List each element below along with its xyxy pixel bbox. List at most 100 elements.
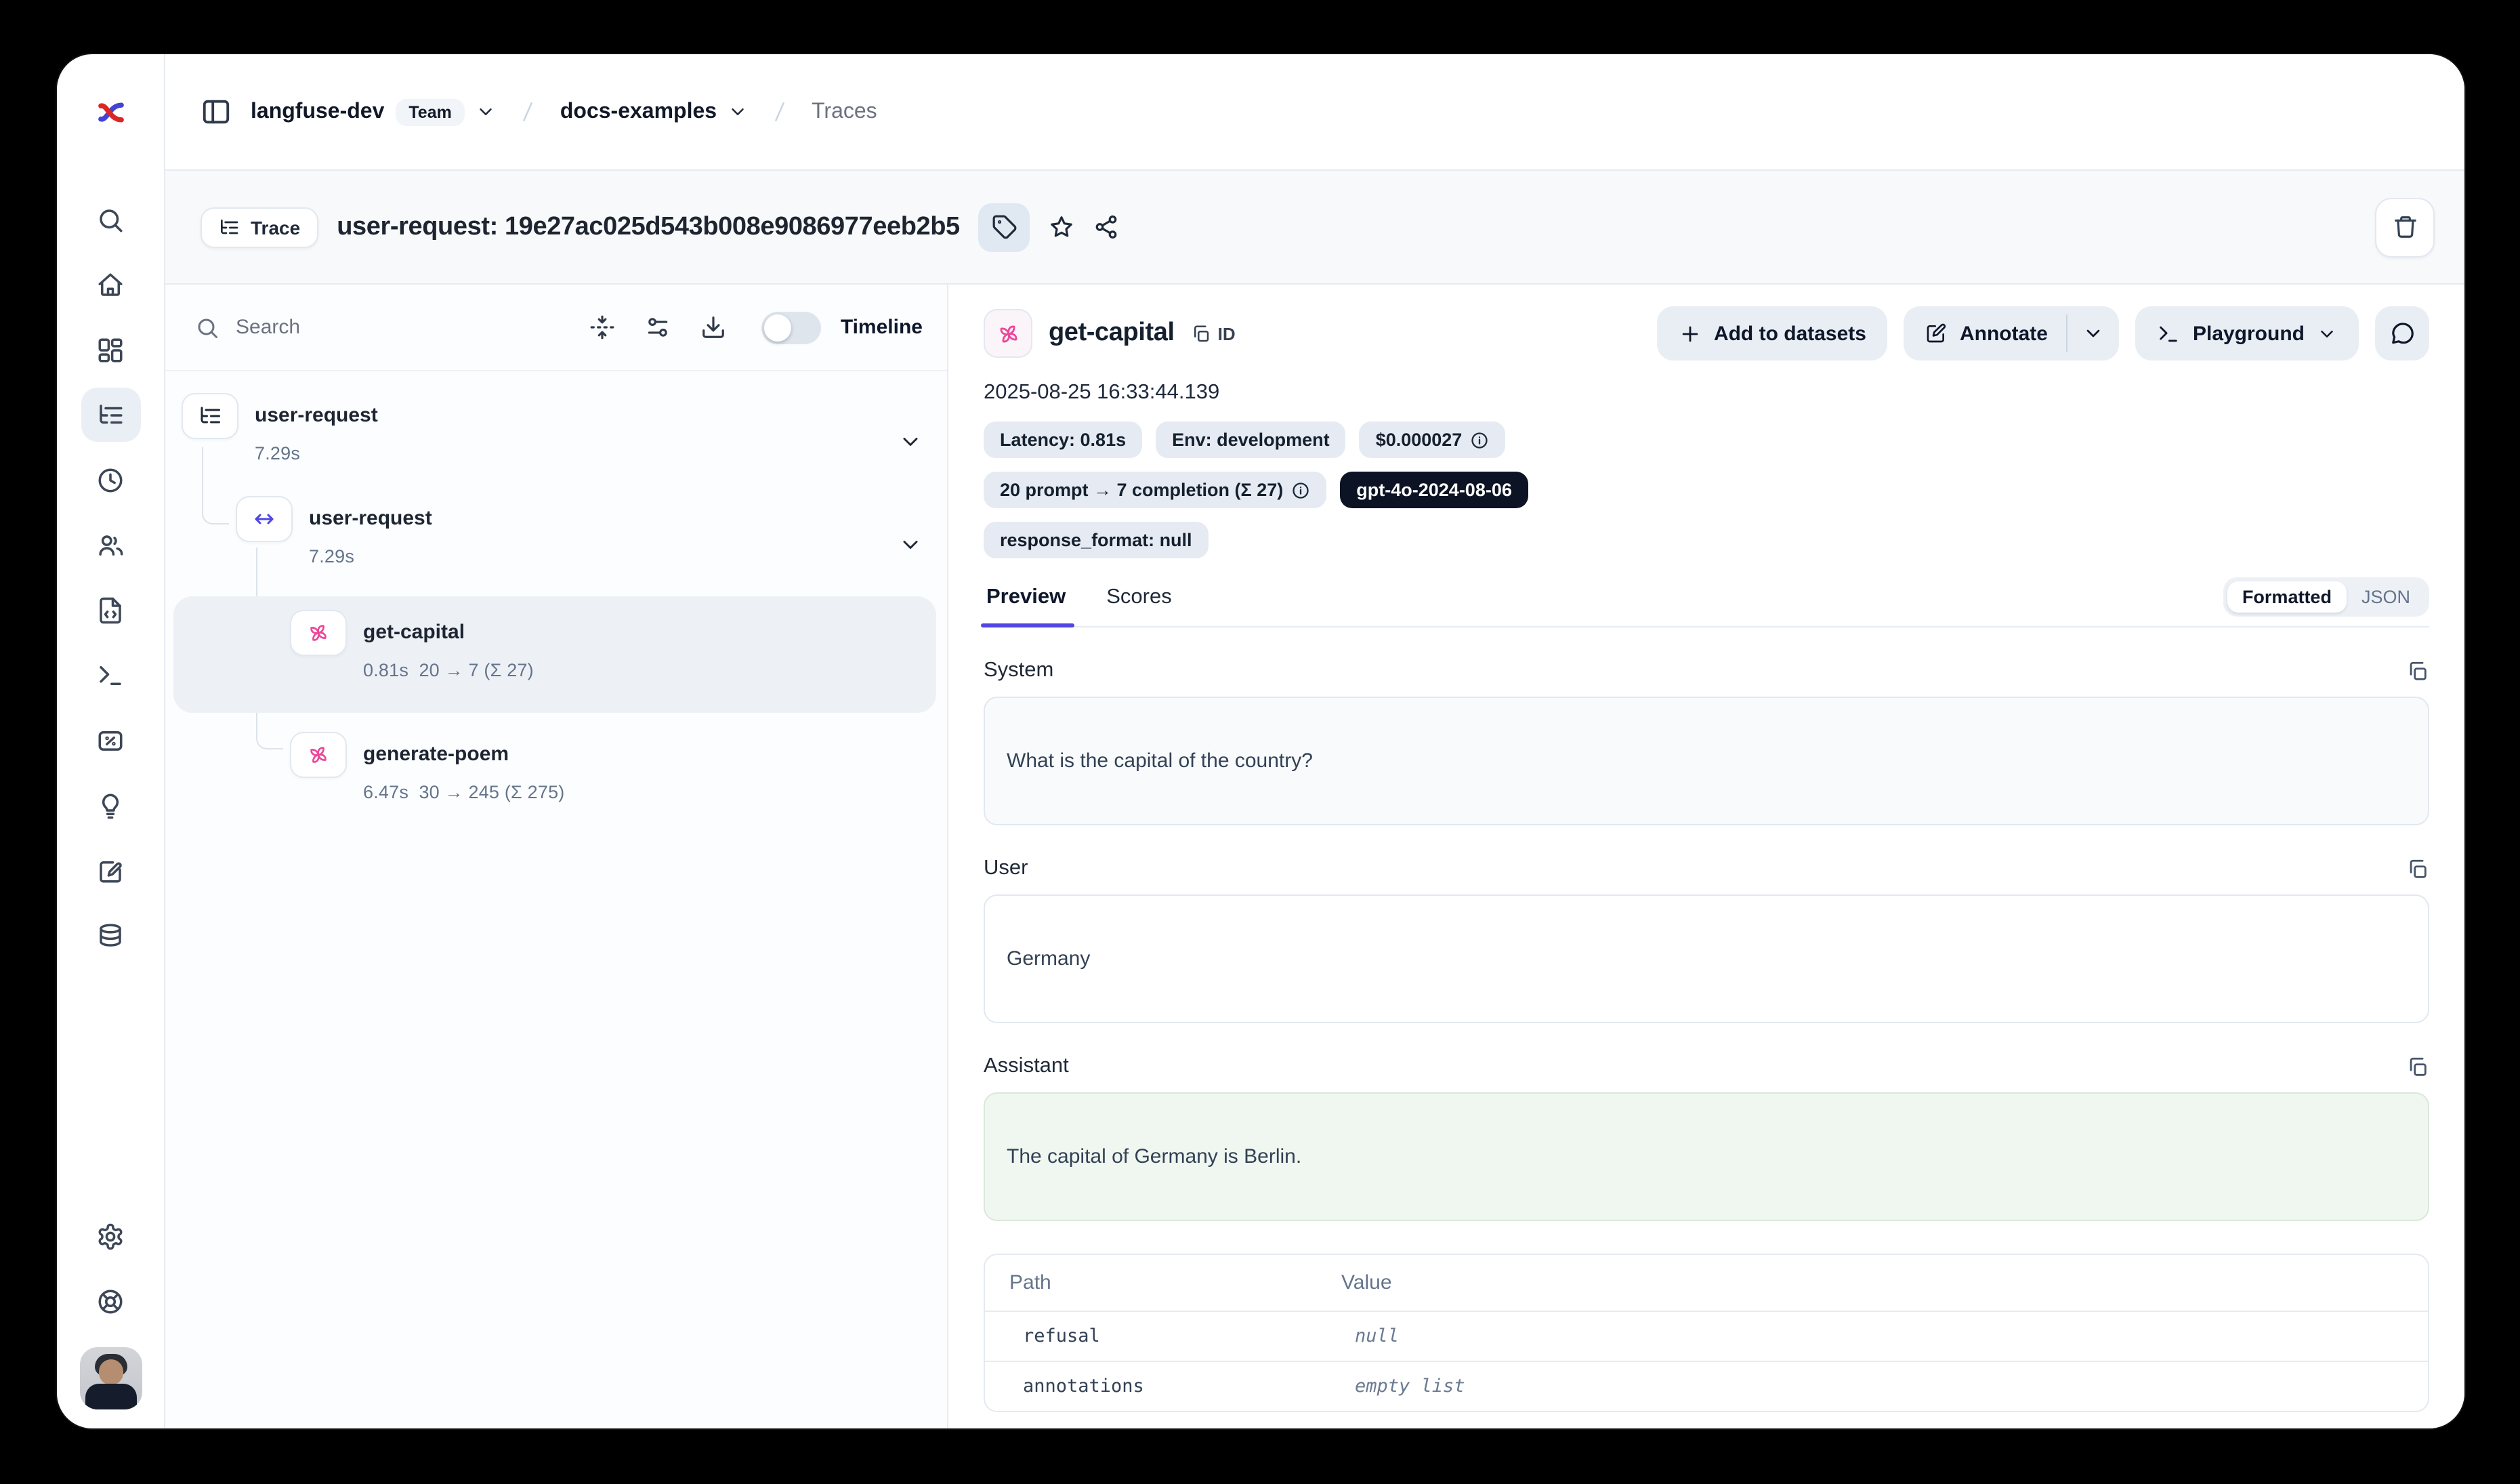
tree-search (195, 315, 560, 339)
user-section-header: User (984, 857, 2429, 881)
langfuse-logo[interactable] (57, 54, 164, 171)
sidebar-item-support[interactable] (81, 1274, 140, 1328)
download-button[interactable] (701, 314, 727, 340)
bookmark-star-button[interactable] (1049, 214, 1075, 240)
info-icon[interactable] (1291, 480, 1310, 499)
copy-icon (1191, 323, 1211, 344)
sidebar-item-insights[interactable] (81, 778, 140, 832)
annotate-button[interactable]: Annotate (1904, 306, 2067, 360)
breadcrumb-org[interactable]: langfuse-dev Team (251, 98, 497, 125)
timeline-toggle[interactable] (762, 311, 822, 344)
model-badge[interactable]: gpt-4o-2024-08-06 (1340, 472, 1528, 508)
detail-tabs: Preview Scores (984, 585, 1175, 626)
tree-row-generate-poem[interactable]: generate-poem 6.47s 30 → 245 (Σ 275) (173, 718, 936, 835)
breadcrumb-project[interactable]: docs-examples (560, 100, 748, 124)
user-label: User (984, 857, 1028, 881)
response-format-badge: response_format: null (984, 522, 1209, 558)
tree-row-user-request[interactable]: user-request 7.29s (173, 390, 936, 493)
lightbulb-icon (96, 791, 125, 819)
sidebar-item-datasets[interactable] (81, 908, 140, 962)
sidebar-item-tracing[interactable] (81, 388, 140, 442)
sidebar-item-sessions[interactable] (81, 453, 140, 507)
user-avatar[interactable] (79, 1347, 142, 1409)
detail-tabs-row: Preview Scores Formatted JSON (984, 577, 2429, 627)
copy-icon (2406, 659, 2429, 682)
detail-actions: Add to datasets Annotate Playground (1657, 306, 2429, 360)
chevron-down-icon (728, 102, 748, 122)
tree-settings-button[interactable] (646, 314, 671, 340)
sidebar-item-home[interactable] (81, 257, 140, 312)
percent-box-icon (96, 726, 125, 754)
app-window: langfuse-dev Team docs-examples Traces T… (57, 54, 2464, 1428)
generation-node-icon-box (290, 610, 347, 656)
token-usage-badge: 20 prompt → 7 completion (Σ 27) (984, 472, 1326, 508)
system-message-box: What is the capital of the country? (984, 697, 2429, 825)
pinwheel-generation-icon (306, 743, 331, 767)
message-bubble-icon (2389, 321, 2415, 346)
trash-icon (2392, 214, 2418, 240)
clock-icon (96, 466, 125, 494)
add-to-datasets-button[interactable]: Add to datasets (1657, 306, 1888, 360)
delete-trace-button[interactable] (2375, 197, 2435, 257)
trace-badge-label: Trace (251, 216, 300, 238)
tree-toolbar: Timeline (165, 285, 947, 371)
generation-icon-box (984, 309, 1032, 358)
assistant-message-box: The capital of Germany is Berlin. (984, 1092, 2429, 1221)
collapse-chevron[interactable] (898, 430, 923, 454)
span-node-icon-box (236, 496, 293, 542)
tab-scores[interactable]: Scores (1104, 585, 1175, 626)
search-icon (195, 315, 219, 339)
share-button[interactable] (1094, 214, 1120, 240)
node-label: get-capital (363, 621, 465, 644)
assistant-section-header: Assistant (984, 1054, 2429, 1079)
collapse-all-button[interactable] (590, 314, 616, 340)
lifebuoy-icon (96, 1287, 125, 1315)
annotate-dropdown-button[interactable] (2068, 306, 2120, 360)
sidebar-item-annotation[interactable] (81, 843, 140, 897)
sidebar-item-evaluation[interactable] (81, 713, 140, 767)
trace-tree: user-request 7.29s user-request 7.29s (165, 371, 947, 390)
sidebar-item-prompts[interactable] (81, 583, 140, 637)
sidebar-toggle-button[interactable] (201, 96, 232, 127)
tree-row-get-capital[interactable]: get-capital 0.81s 20 → 7 (Σ 27) (173, 596, 936, 713)
tab-preview[interactable]: Preview (984, 585, 1068, 626)
copy-system-button[interactable] (2406, 659, 2429, 682)
tree-row-user-request-span[interactable]: user-request 7.29s (173, 493, 936, 596)
sidebar-item-users[interactable] (81, 518, 140, 572)
format-json-option[interactable]: JSON (2347, 581, 2425, 613)
sidebar-item-settings[interactable] (81, 1209, 140, 1263)
node-label: user-request (309, 507, 432, 530)
info-icon[interactable] (1470, 430, 1489, 449)
sidebar-item-search[interactable] (81, 192, 140, 247)
terminal-icon (96, 661, 125, 689)
org-type-badge: Team (395, 98, 465, 125)
breadcrumb-page[interactable]: Traces (812, 100, 877, 124)
node-duration: 7.29s (255, 443, 378, 463)
chevron-down-icon (898, 533, 923, 557)
format-formatted-option[interactable]: Formatted (2227, 581, 2347, 613)
playground-button[interactable]: Playground (2136, 306, 2359, 360)
format-segmented-control: Formatted JSON (2223, 577, 2429, 617)
pinwheel-generation-icon (995, 321, 1021, 346)
users-icon (96, 531, 125, 559)
user-message-box: Germany (984, 894, 2429, 1023)
copy-assistant-button[interactable] (2406, 1055, 2429, 1078)
output-path-table: Path Value refusal null annotations empt… (984, 1254, 2429, 1412)
copy-id-button[interactable]: ID (1191, 323, 1236, 344)
collapse-chevron[interactable] (898, 533, 923, 557)
move-horizontal-icon (252, 507, 276, 531)
search-input[interactable] (236, 316, 398, 339)
project-name: docs-examples (560, 100, 717, 124)
sidebar-item-playground[interactable] (81, 648, 140, 702)
node-label: user-request (255, 404, 378, 427)
chevron-down-icon (476, 102, 497, 122)
download-icon (701, 314, 727, 340)
node-metrics: 6.47s 30 → 245 (Σ 275) (363, 782, 565, 802)
sliders-icon (646, 314, 671, 340)
tags-button[interactable] (979, 203, 1030, 251)
id-label: ID (1218, 323, 1236, 344)
copy-user-button[interactable] (2406, 857, 2429, 880)
comments-button[interactable] (2375, 306, 2429, 360)
cost-badge: $0.000027 (1360, 421, 1506, 458)
sidebar-item-dashboards[interactable] (81, 323, 140, 377)
